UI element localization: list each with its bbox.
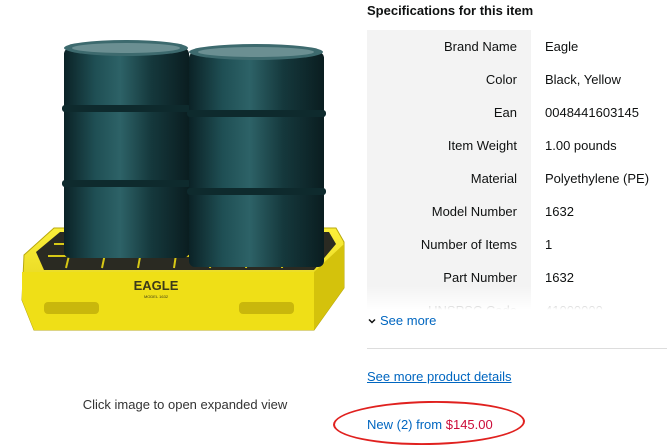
spec-row: Color Black, Yellow [367,63,667,96]
product-image[interactable]: EAGLE MODEL 1632 [14,30,354,340]
specs-table-container: Brand Name Eagle Color Black, Yellow Ean 0048… [367,30,667,312]
spec-value: 1.00 pounds [545,138,617,153]
spec-row: Material Polyethylene (PE) [367,162,667,195]
image-caption: Click image to open expanded view [82,397,288,412]
specs-table: Brand Name Eagle Color Black, Yellow Ean 0048… [367,30,667,312]
spec-label: Brand Name [367,30,531,63]
spec-value: Black, Yellow [545,72,621,87]
spec-label: Item Weight [367,129,531,162]
see-more-button[interactable]: See more [367,313,436,328]
spec-label: Number of Items [367,228,531,261]
specs-fade-overlay [367,286,667,314]
spec-label: Model Number [367,195,531,228]
spec-value: 1632 [545,204,574,219]
pallet-model-text: MODEL 1632 [144,294,169,299]
spec-label: Material [367,162,531,195]
spec-value: 0048441603145 [545,105,639,120]
specs-heading: Specifications for this item [367,3,534,18]
spec-row: Number of Items 1 [367,228,667,261]
spill-pallet-drums-photo: EAGLE MODEL 1632 [21,40,345,331]
spec-label: Ean [367,96,531,129]
pallet-brand-text: EAGLE [134,278,179,293]
spec-row: Ean 0048441603145 [367,96,667,129]
spec-row: Item Weight 1.00 pounds [367,129,667,162]
chevron-down-icon [368,318,376,324]
section-divider [367,348,667,349]
spec-value: Polyethylene (PE) [545,171,650,186]
spec-label: Color [367,63,531,96]
see-more-product-details-link[interactable]: See more product details [367,369,512,384]
spec-row: Model Number 1632 [367,195,667,228]
see-more-label: See more [380,313,437,328]
spec-row: Brand Name Eagle [367,30,667,63]
spec-value: 1 [545,237,553,252]
spec-value: Eagle [545,39,579,54]
